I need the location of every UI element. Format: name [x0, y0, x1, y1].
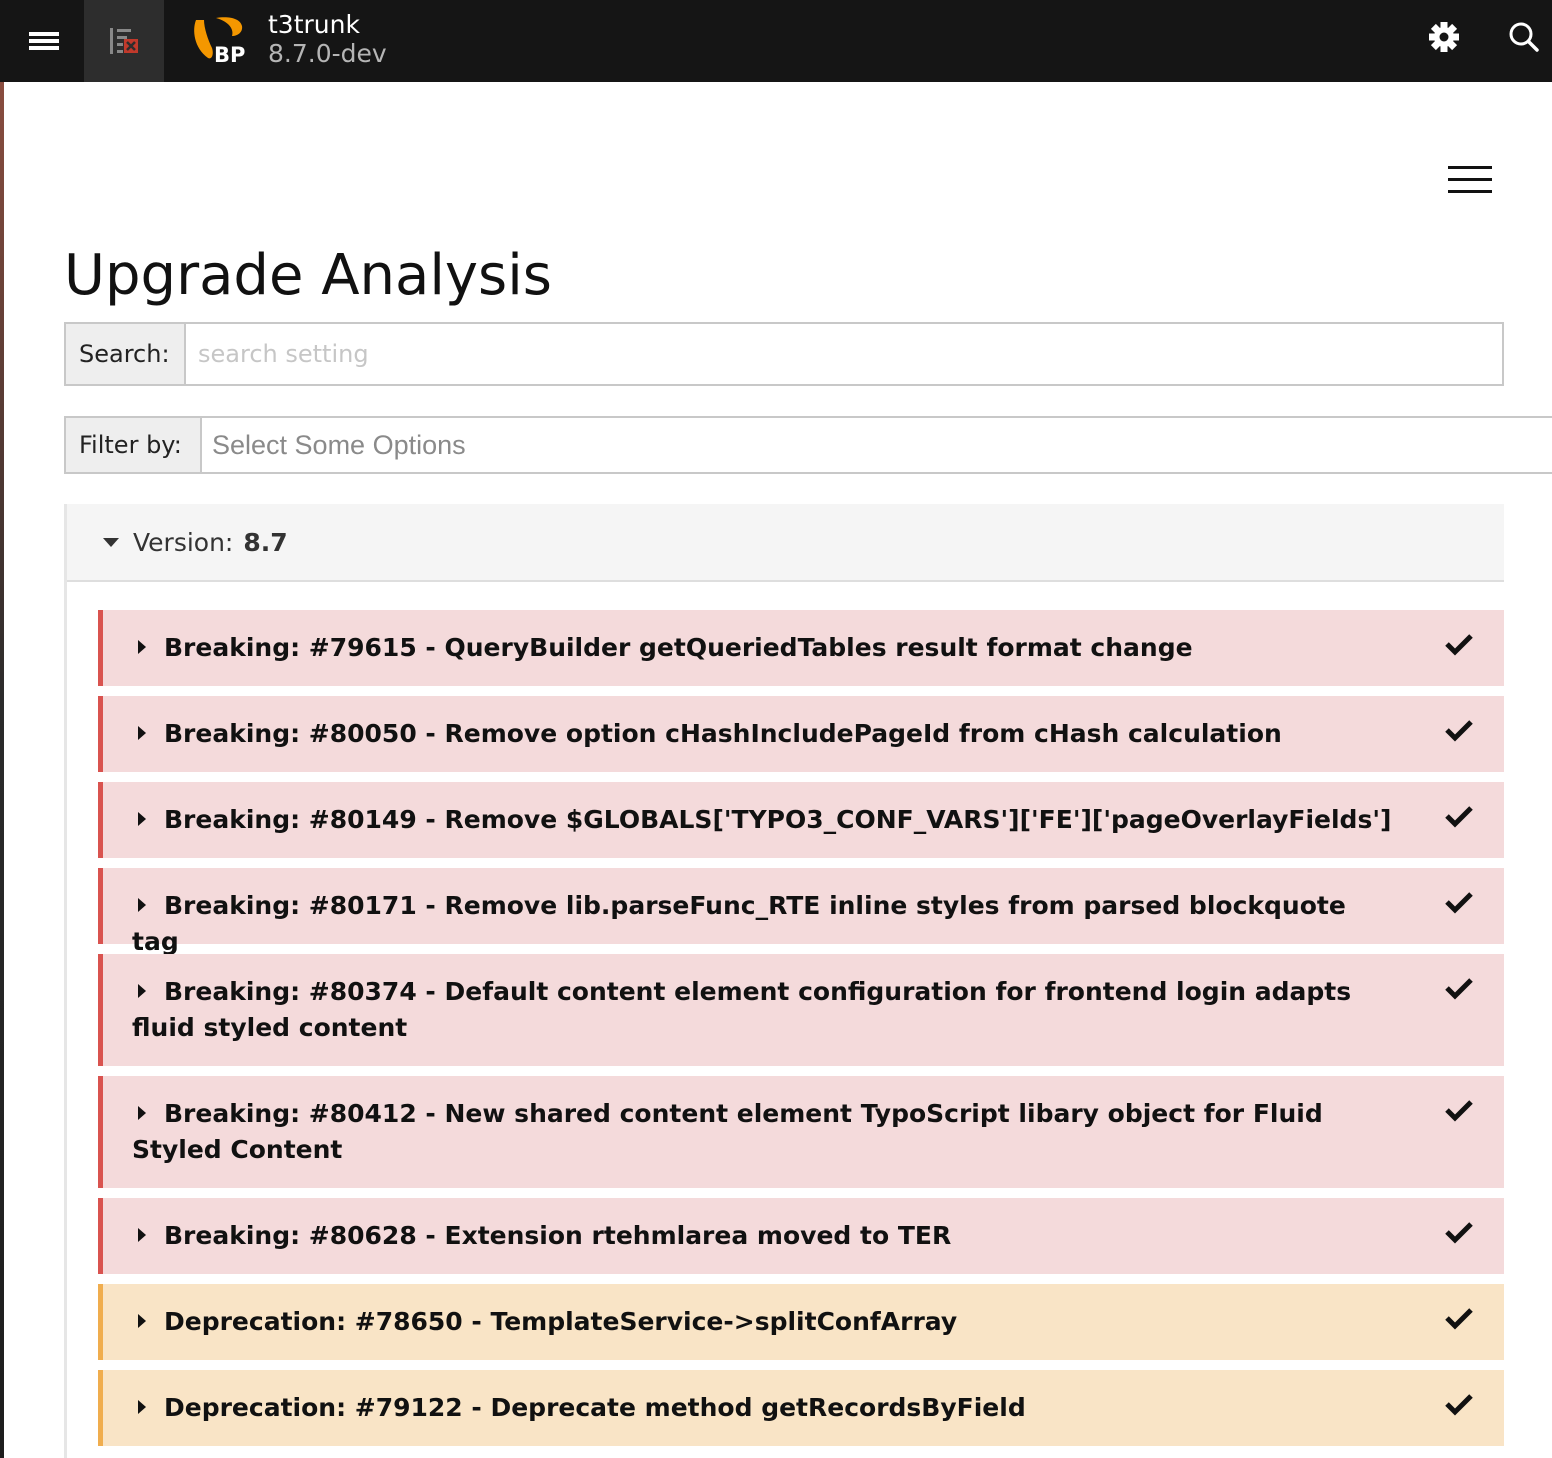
- version-panel: Version: 8.7 Breaking: #79615 - QueryBui…: [64, 504, 1504, 1458]
- gear-icon: [1429, 22, 1459, 52]
- deprecation-document-item[interactable]: Deprecation: #78650 - TemplateService->s…: [98, 1284, 1504, 1360]
- breaking-document-item[interactable]: Breaking: #80628 - Extension rtehmlarea …: [98, 1198, 1504, 1274]
- caret-right-icon: [138, 1314, 146, 1328]
- search-group: Search:: [64, 322, 1504, 386]
- document-title: Breaking: #79615 - QueryBuilder getQueri…: [164, 633, 1193, 662]
- module-topbar: BP t3trunk 8.7.0-dev: [0, 0, 1552, 82]
- search-icon: [1509, 22, 1539, 52]
- check-icon[interactable]: [1444, 1220, 1474, 1244]
- document-title-row: Breaking: #80412 - New shared content el…: [103, 1076, 1504, 1168]
- menu-icon-bar: [1448, 190, 1492, 193]
- breaking-document-item[interactable]: Breaking: #80149 - Remove $GLOBALS['TYPO…: [98, 782, 1504, 858]
- check-icon[interactable]: [1444, 1306, 1474, 1330]
- logo-text: BP: [214, 43, 245, 67]
- document-title: Deprecation: #78650 - TemplateService->s…: [164, 1307, 958, 1336]
- settings-button[interactable]: [1420, 14, 1468, 60]
- version-number: 8.7: [243, 527, 288, 557]
- check-icon[interactable]: [1444, 1392, 1474, 1416]
- search-input[interactable]: [186, 324, 1502, 384]
- menu-icon: [29, 32, 59, 50]
- caret-right-icon: [138, 1400, 146, 1414]
- document-title: Breaking: #80412 - New shared content el…: [132, 1099, 1323, 1164]
- typo3-logo[interactable]: BP: [190, 14, 246, 68]
- document-title: Breaking: #80374 - Default content eleme…: [132, 977, 1352, 1042]
- document-title-row: Deprecation: #78650 - TemplateService->s…: [103, 1284, 1504, 1340]
- caret-down-icon: [103, 537, 119, 547]
- caret-right-icon: [138, 1106, 146, 1120]
- document-title-row: Breaking: #79615 - QueryBuilder getQueri…: [103, 610, 1504, 666]
- filter-label: Filter by:: [66, 418, 202, 472]
- document-title: Breaking: #80628 - Extension rtehmlarea …: [164, 1221, 952, 1250]
- pagetree-toggle-icon: [110, 28, 138, 54]
- check-icon[interactable]: [1444, 890, 1474, 914]
- search-label: Search:: [66, 324, 186, 384]
- document-title-row: Breaking: #80050 - Remove option cHashIn…: [103, 696, 1504, 752]
- caret-right-icon: [138, 898, 146, 912]
- docheader-menu-button[interactable]: [1446, 160, 1494, 200]
- deprecation-document-item[interactable]: Deprecation: #79122 - Deprecate method g…: [98, 1370, 1504, 1446]
- document-title: Breaking: #80050 - Remove option cHashIn…: [164, 719, 1282, 748]
- page-title: Upgrade Analysis: [64, 243, 552, 308]
- document-title-row: Breaking: #80628 - Extension rtehmlarea …: [103, 1198, 1504, 1254]
- menu-icon-bar: [1448, 166, 1492, 169]
- site-version: 8.7.0-dev: [268, 39, 387, 68]
- breaking-document-item[interactable]: Breaking: #80050 - Remove option cHashIn…: [98, 696, 1504, 772]
- check-icon[interactable]: [1444, 976, 1474, 1000]
- pagetree-toggle[interactable]: [84, 0, 164, 82]
- caret-right-icon: [138, 640, 146, 654]
- filter-group: Filter by: Select Some Options: [64, 416, 1552, 474]
- version-label: Version:: [133, 527, 234, 557]
- site-name: t3trunk: [268, 10, 360, 39]
- document-title-row: Deprecation: #79122 - Deprecate method g…: [103, 1370, 1504, 1426]
- document-title-row: Breaking: #80374 - Default content eleme…: [103, 954, 1504, 1046]
- breaking-document-item[interactable]: Breaking: #80374 - Default content eleme…: [98, 954, 1504, 1066]
- breaking-document-item[interactable]: Breaking: #80412 - New shared content el…: [98, 1076, 1504, 1188]
- caret-right-icon: [138, 1228, 146, 1242]
- check-icon[interactable]: [1444, 632, 1474, 656]
- document-title: Breaking: #80149 - Remove $GLOBALS['TYPO…: [164, 805, 1392, 834]
- version-toggle[interactable]: Version: 8.7: [67, 504, 1504, 582]
- document-title-row: Breaking: #80171 - Remove lib.parseFunc_…: [103, 868, 1504, 960]
- check-icon[interactable]: [1444, 804, 1474, 828]
- caret-right-icon: [138, 812, 146, 826]
- document-title: Deprecation: #79122 - Deprecate method g…: [164, 1393, 1026, 1422]
- module-menu-toggle[interactable]: [4, 0, 84, 82]
- search-button[interactable]: [1500, 14, 1548, 60]
- check-icon[interactable]: [1444, 718, 1474, 742]
- window-edge: [0, 82, 4, 1458]
- document-title-row: Breaking: #80149 - Remove $GLOBALS['TYPO…: [103, 782, 1504, 838]
- document-title: Breaking: #80171 - Remove lib.parseFunc_…: [132, 891, 1346, 956]
- filter-select[interactable]: Select Some Options: [202, 418, 1552, 472]
- caret-right-icon: [138, 726, 146, 740]
- caret-right-icon: [138, 984, 146, 998]
- breaking-document-item[interactable]: Breaking: #80171 - Remove lib.parseFunc_…: [98, 868, 1504, 956]
- breaking-document-item[interactable]: Breaking: #79615 - QueryBuilder getQueri…: [98, 610, 1504, 686]
- check-icon[interactable]: [1444, 1098, 1474, 1122]
- menu-icon-bar: [1448, 178, 1492, 181]
